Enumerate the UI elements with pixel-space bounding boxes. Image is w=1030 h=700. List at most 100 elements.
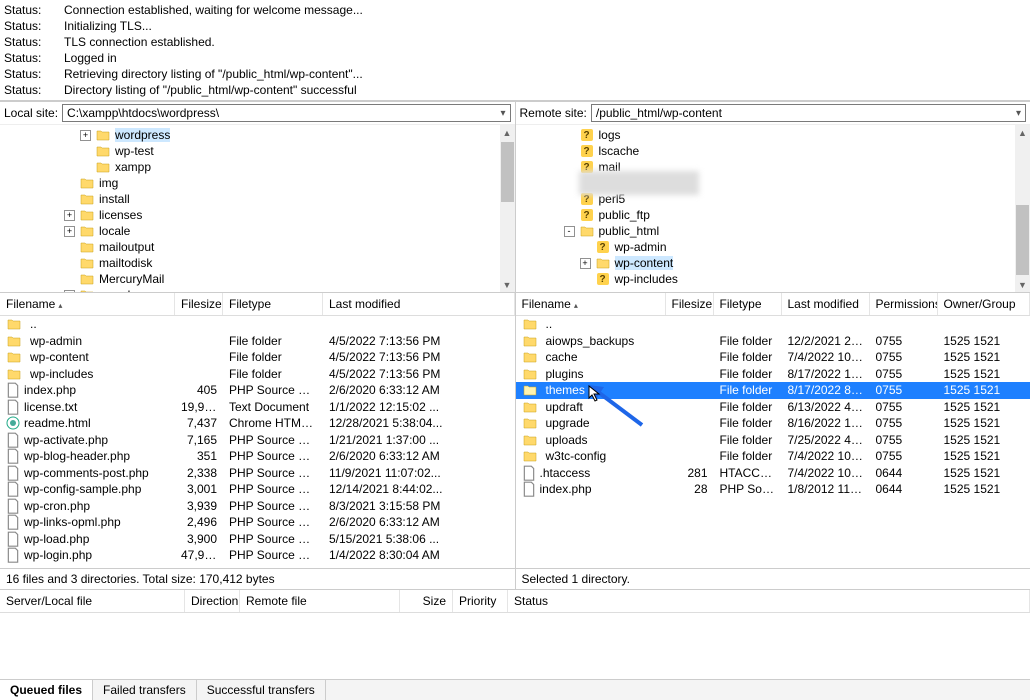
scrollbar[interactable]: ▲ ▼ [1015,125,1030,292]
col-owner[interactable]: Owner/Group [938,293,1030,315]
tree-item[interactable]: ?lscache [516,143,1030,159]
col-size[interactable]: Size [400,590,453,612]
file-row[interactable]: wp-links-opml.php2,496PHP Source File2/6… [0,514,515,531]
col-filename[interactable]: Filename▴ [0,293,175,315]
file-row[interactable]: upgradeFile folder8/16/2022 1:53:...0755… [516,415,1030,432]
chevron-down-icon[interactable]: ▾ [1016,108,1021,119]
file-row[interactable]: wp-login.php47,916PHP Source File1/4/202… [0,547,515,564]
file-row[interactable]: wp-comments-post.php2,338PHP Source File… [0,465,515,482]
tree-item[interactable]: ?public_ftp [516,207,1030,223]
file-icon [522,466,536,480]
local-column-headers[interactable]: Filename▴ Filesize Filetype Last modifie… [0,293,515,316]
tree-item[interactable]: ?wp-includes [516,271,1030,287]
remote-column-headers[interactable]: Filename▴ Filesize Filetype Last modifie… [516,293,1030,316]
expand-toggle[interactable]: + [580,258,591,269]
tree-item[interactable]: xampp [0,159,515,175]
col-filename[interactable]: Filename▴ [516,293,666,315]
col-priority[interactable]: Priority [453,590,508,612]
scroll-thumb[interactable] [1016,205,1029,275]
file-row[interactable]: wp-includesFile folder4/5/2022 7:13:56 P… [0,366,515,383]
chevron-down-icon[interactable]: ▾ [500,108,505,119]
col-remote[interactable]: Remote file [240,590,400,612]
col-permissions[interactable]: Permissions [870,293,938,315]
file-type: PHP Source File [223,547,323,564]
file-modified: 8/17/2022 1:33:... [782,366,870,383]
remote-tree[interactable]: ?logs?lscache?mail?perl5?public_ftp-publ… [516,125,1030,293]
tree-item[interactable]: ?wp-admin [516,239,1030,255]
tree-item[interactable]: wp-test [0,143,515,159]
tab-queued[interactable]: Queued files [0,680,93,700]
local-path-input[interactable]: C:\xampp\htdocs\wordpress\ ▾ [62,104,510,122]
file-row[interactable]: readme.html7,437Chrome HTML Do...12/28/2… [0,415,515,432]
remote-rows[interactable]: ..aiowps_backupsFile folder12/2/2021 2:0… [516,316,1030,568]
file-type: File folder [714,415,782,432]
scroll-thumb[interactable] [501,142,514,202]
file-row[interactable]: wp-contentFile folder4/5/2022 7:13:56 PM [0,349,515,366]
col-filesize[interactable]: Filesize [666,293,714,315]
tree-item[interactable]: +locale [0,223,515,239]
file-row[interactable]: index.php28PHP Sourc...1/8/2012 11:01:..… [516,481,1030,498]
scrollbar[interactable]: ▲ ▼ [500,125,515,292]
file-row[interactable]: wp-blog-header.php351PHP Source File2/6/… [0,448,515,465]
expand-toggle[interactable]: - [564,226,575,237]
tree-item[interactable]: mailtodisk [0,255,515,271]
tree-item[interactable]: -public_html [516,223,1030,239]
scroll-down-icon[interactable]: ▼ [1015,277,1030,292]
col-filesize[interactable]: Filesize [175,293,223,315]
file-row[interactable]: .. [516,316,1030,333]
queue-headers[interactable]: Server/Local file Direction Remote file … [0,590,1030,613]
tree-item[interactable]: mailoutput [0,239,515,255]
tree-item[interactable]: +licenses [0,207,515,223]
col-modified[interactable]: Last modified [782,293,870,315]
file-row[interactable]: wp-adminFile folder4/5/2022 7:13:56 PM [0,333,515,350]
file-row[interactable]: w3tc-configFile folder7/4/2022 10:37:...… [516,448,1030,465]
file-row[interactable]: cacheFile folder7/4/2022 10:38:...075515… [516,349,1030,366]
expand-toggle[interactable]: + [64,290,75,294]
file-row[interactable]: .. [0,316,515,333]
tab-success[interactable]: Successful transfers [197,680,326,700]
file-row[interactable]: wp-load.php3,900PHP Source File5/15/2021… [0,531,515,548]
tree-item[interactable]: install [0,191,515,207]
file-type [714,316,782,333]
tree-item[interactable]: MercuryMail [0,271,515,287]
file-row[interactable]: wp-config-sample.php3,001PHP Source File… [0,481,515,498]
col-direction[interactable]: Direction [185,590,240,612]
scroll-up-icon[interactable]: ▲ [500,125,515,140]
file-row[interactable]: .htaccess281HTACCESS ...7/4/2022 10:26:.… [516,465,1030,482]
tree-item[interactable]: img [0,175,515,191]
remote-path-input[interactable]: /public_html/wp-content ▾ [591,104,1026,122]
file-row[interactable]: license.txt19,915Text Document1/1/2022 1… [0,399,515,416]
expand-toggle[interactable]: + [80,130,91,141]
tree-item-label: mailoutput [99,240,154,254]
status-label: Status: [4,66,64,82]
file-size [175,333,223,350]
file-row[interactable]: updraftFile folder6/13/2022 4:00:...0755… [516,399,1030,416]
col-filetype[interactable]: Filetype [714,293,782,315]
file-name: wp-comments-post.php [24,465,149,482]
tree-item[interactable]: ?logs [516,127,1030,143]
expand-toggle[interactable]: + [64,226,75,237]
tab-failed[interactable]: Failed transfers [93,680,197,700]
queue-body[interactable] [0,613,1030,679]
expand-toggle[interactable]: + [64,210,75,221]
file-row[interactable]: wp-cron.php3,939PHP Source File8/3/2021 … [0,498,515,515]
col-status[interactable]: Status [508,590,1030,612]
local-rows[interactable]: ..wp-adminFile folder4/5/2022 7:13:56 PM… [0,316,515,568]
tree-item[interactable]: +wordpress [0,127,515,143]
local-tree[interactable]: +wordpresswp-testxamppimginstall+license… [0,125,515,293]
tree-item[interactable]: +mysql [0,287,515,293]
file-row[interactable]: aiowps_backupsFile folder12/2/2021 2:09:… [516,333,1030,350]
file-row[interactable]: pluginsFile folder8/17/2022 1:33:...0755… [516,366,1030,383]
scroll-up-icon[interactable]: ▲ [1015,125,1030,140]
file-row[interactable]: index.php405PHP Source File2/6/2020 6:33… [0,382,515,399]
col-filetype[interactable]: Filetype [223,293,323,315]
file-row[interactable]: uploadsFile folder7/25/2022 4:36:...0755… [516,432,1030,449]
scroll-down-icon[interactable]: ▼ [500,277,515,292]
col-server[interactable]: Server/Local file [0,590,185,612]
tree-item[interactable] [516,175,1030,191]
file-row[interactable]: wp-activate.php7,165PHP Source File1/21/… [0,432,515,449]
file-type: File folder [714,448,782,465]
col-modified[interactable]: Last modified [323,293,515,315]
tree-item[interactable]: +wp-content [516,255,1030,271]
file-row[interactable]: themesFile folder8/17/2022 8:55:...07551… [516,382,1030,399]
